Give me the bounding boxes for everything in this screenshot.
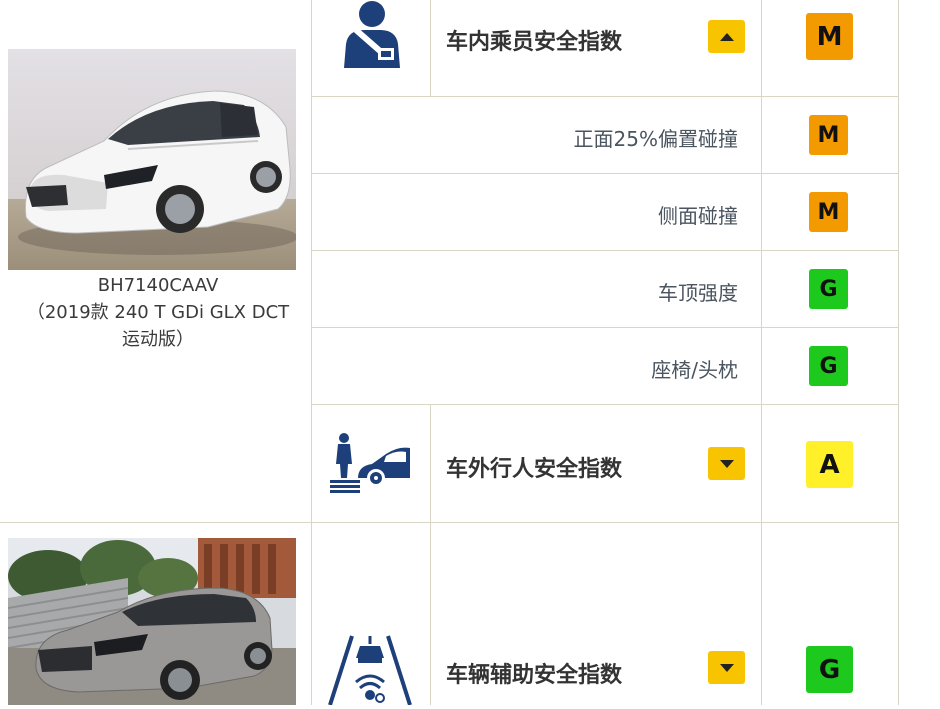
grid-divider [898,0,899,705]
rating-badge-side-impact: M [809,192,848,232]
subitem-label-seat-headrest: 座椅/头枕 [651,358,738,382]
grid-divider [311,250,899,251]
grid-divider [311,404,899,405]
car-photo-1[interactable] [8,49,296,270]
grid-divider [761,0,762,705]
expand-toggle-button[interactable] [708,651,745,684]
rating-badge-frontal-offset: M [809,115,848,155]
rating-badge-pedestrian: A [806,441,853,488]
category-title-assist: 车辆辅助安全指数 [446,663,623,688]
rating-badge-seat-headrest: G [809,346,848,386]
collapse-toggle-button[interactable] [708,20,745,53]
caret-down-icon [719,459,734,468]
grid-divider [311,96,899,97]
caret-down-icon [719,663,734,672]
car-photo-2[interactable] [8,538,296,705]
expand-toggle-button[interactable] [708,447,745,480]
driver-assist-road-icon [326,632,414,706]
grid-divider [430,405,431,705]
category-title-pedestrian: 车外行人安全指数 [446,457,623,482]
grid-divider [430,0,431,97]
car-caption-1: BH7140CAAV （2019款 240 T GDi GLX DCT 运动版） [8,272,308,353]
car-model-code: BH7140CAAV [97,275,219,296]
grid-divider [0,522,899,523]
grid-divider [311,327,899,328]
rating-badge-roof-strength: G [809,269,848,309]
car-variant: 运动版） [122,329,194,350]
white-sedan-photo [8,49,296,270]
seatbelt-occupant-icon [338,0,406,72]
caret-up-icon [719,32,734,41]
grid-divider [311,173,899,174]
grey-sedan-photo [8,538,296,705]
category-title-occupant: 车内乘员安全指数 [446,30,623,55]
subitem-label-roof-strength: 车顶强度 [658,281,738,305]
subitem-label-side-impact: 侧面碰撞 [658,204,738,228]
subitem-label-frontal-offset: 正面25%偏置碰撞 [573,127,738,151]
car-variant: （2019款 240 T GDi GLX DCT [26,302,290,323]
grid-divider [311,0,312,705]
rating-badge-occupant: M [806,13,853,60]
pedestrian-car-icon [328,432,412,494]
rating-badge-assist: G [806,646,853,693]
